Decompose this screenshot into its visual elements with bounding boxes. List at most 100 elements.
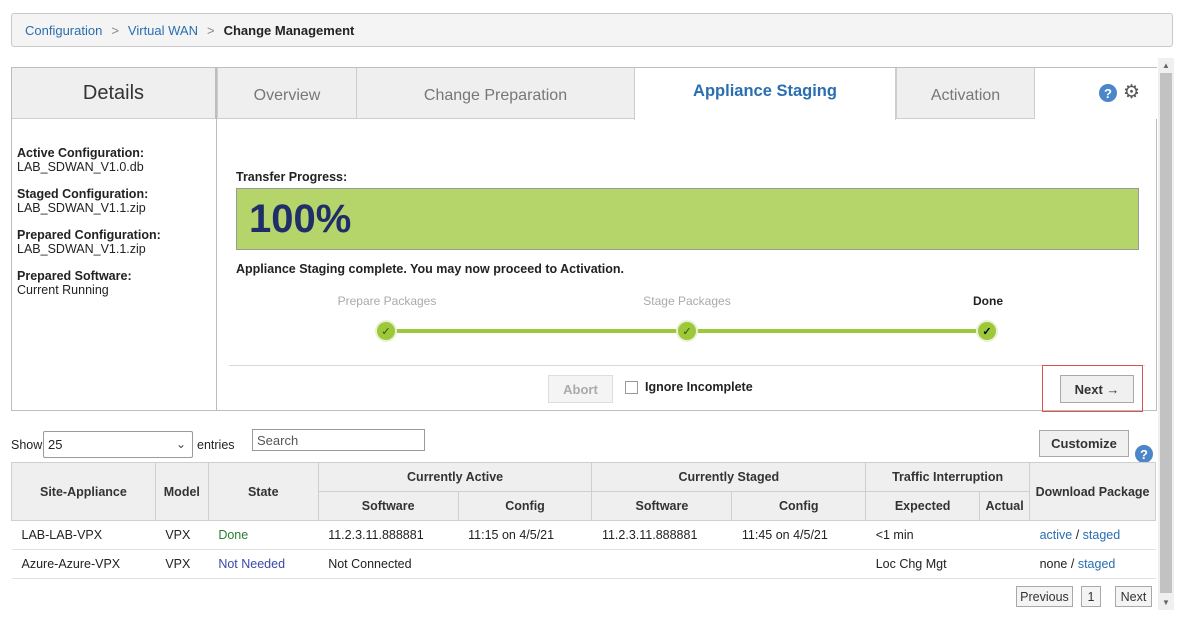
table-row: Azure-Azure-VPX VPX Not Needed Not Conne… (11, 549, 1156, 579)
staged-configuration-label: Staged Configuration: (17, 187, 149, 201)
header-download-package: Download Package (1029, 462, 1156, 521)
prepared-software-label: Prepared Software: (17, 269, 132, 283)
cell-staged-software (591, 549, 732, 579)
download-staged-link[interactable]: staged (1078, 557, 1116, 571)
breadcrumb-virtual-wan[interactable]: Virtual WAN (128, 23, 198, 38)
cell-actual (979, 549, 1030, 579)
cell-model: VPX (155, 520, 209, 550)
page-size-select[interactable]: 25 ⌄ (43, 431, 193, 458)
check-icon: ✓ (375, 320, 397, 342)
cell-download: none / staged (1029, 549, 1156, 579)
details-title: Details (12, 68, 216, 119)
header-actual[interactable]: Actual (979, 491, 1031, 521)
cell-model: VPX (155, 549, 209, 579)
active-configuration-label: Active Configuration: (17, 146, 145, 160)
active-configuration-value: LAB_SDWAN_V1.0.db (17, 160, 144, 174)
header-active-config[interactable]: Config (457, 491, 593, 521)
help-icon[interactable]: ? (1099, 84, 1117, 102)
details-panel: Details Active Configuration: LAB_SDWAN_… (11, 67, 216, 411)
tab-activation[interactable]: Activation (896, 68, 1035, 119)
cell-active-config (458, 549, 592, 579)
download-separator: / (1075, 528, 1080, 542)
entries-label: entries (197, 438, 235, 452)
transfer-progress-label: Transfer Progress: (236, 170, 348, 184)
header-traffic-interruption: Traffic Interruption (865, 462, 1031, 492)
scroll-down-icon[interactable]: ▼ (1158, 595, 1174, 610)
cell-site: LAB-LAB-VPX (11, 520, 156, 550)
ignore-incomplete-checkbox[interactable] (625, 380, 638, 394)
next-button[interactable]: Next → (1060, 375, 1134, 403)
appliance-table: Site-Appliance Model State Currently Act… (11, 462, 1156, 579)
cell-expected: <1 min (865, 520, 980, 550)
search-input[interactable] (252, 429, 425, 451)
show-label: Show (11, 438, 43, 452)
header-state[interactable]: State (207, 462, 319, 521)
chevron-right-icon: > (111, 22, 119, 38)
cell-state: Done (208, 520, 319, 550)
cell-active-software: 11.2.3.11.888881 (318, 520, 459, 550)
ignore-incomplete-option[interactable]: Ignore Incomplete (625, 380, 753, 394)
cell-staged-config (731, 549, 866, 579)
main-panel: Overview Change Preparation Activation A… (216, 67, 1157, 412)
staged-configuration-value: LAB_SDWAN_V1.1.zip (17, 201, 146, 215)
download-staged-link[interactable]: staged (1083, 528, 1121, 542)
cell-download: active / staged (1029, 520, 1156, 550)
tab-overview[interactable]: Overview (217, 68, 357, 119)
progress-fill (237, 189, 1138, 249)
staging-status-message: Appliance Staging complete. You may now … (236, 262, 625, 276)
step-label-prepare-packages: Prepare Packages (337, 294, 437, 308)
download-none-text: none (1039, 557, 1068, 571)
header-active-software[interactable]: Software (317, 491, 459, 521)
chevron-down-icon: ⌄ (175, 437, 186, 451)
header-site-appliance[interactable]: Site-Appliance (11, 462, 156, 521)
gear-icon[interactable]: ⚙ (1123, 81, 1140, 104)
tab-change-preparation[interactable]: Change Preparation (356, 68, 635, 119)
prepared-software-value: Current Running (17, 283, 109, 297)
header-model[interactable]: Model (154, 462, 209, 521)
ignore-incomplete-label: Ignore Incomplete (645, 380, 753, 394)
scroll-up-icon[interactable]: ▲ (1158, 58, 1174, 73)
header-staged-config[interactable]: Config (731, 491, 867, 521)
tab-bar: Overview Change Preparation Activation A… (217, 68, 1157, 120)
download-separator: / (1070, 557, 1075, 571)
transfer-progress-bar: 100% (236, 188, 1139, 250)
step-label-stage-packages: Stage Packages (643, 294, 731, 308)
header-currently-active: Currently Active (317, 462, 593, 492)
cell-expected: Loc Chg Mgt (865, 549, 980, 579)
check-icon: ✓ (976, 320, 998, 342)
scroll-thumb[interactable] (1160, 73, 1172, 593)
step-label-done: Done (973, 294, 1003, 308)
pagination-previous-button[interactable]: Previous (1016, 586, 1073, 607)
download-active-link[interactable]: active (1040, 528, 1073, 542)
table-row: LAB-LAB-VPX VPX Done 11.2.3.11.888881 11… (11, 520, 1156, 550)
cell-state: Not Needed (208, 549, 319, 579)
prepared-configuration-value: LAB_SDWAN_V1.1.zip (17, 242, 146, 256)
abort-button[interactable]: Abort (548, 375, 613, 403)
page-size-value: 25 (48, 437, 63, 452)
breadcrumb-current: Change Management (223, 22, 355, 38)
pagination-page-1[interactable]: 1 (1081, 586, 1101, 607)
check-icon: ✓ (676, 320, 698, 342)
header-expected[interactable]: Expected (865, 491, 981, 521)
chevron-right-icon: > (207, 22, 215, 38)
cell-actual (979, 520, 1030, 550)
header-staged-software[interactable]: Software (591, 491, 733, 521)
help-icon[interactable]: ? (1135, 445, 1153, 463)
customize-button[interactable]: Customize (1039, 430, 1129, 457)
progress-percent-text: 100% (249, 196, 352, 241)
page-scrollbar[interactable]: ▲ ▼ (1158, 58, 1174, 610)
cell-active-config: 11:15 on 4/5/21 (458, 520, 592, 550)
footer-divider (229, 365, 1145, 366)
prepared-configuration-label: Prepared Configuration: (17, 228, 161, 242)
details-body: Active Configuration: LAB_SDWAN_V1.0.db … (12, 119, 216, 297)
pagination-next-button[interactable]: Next (1115, 586, 1152, 607)
header-currently-staged: Currently Staged (591, 462, 867, 492)
tab-appliance-staging[interactable]: Appliance Staging (634, 68, 896, 120)
cell-site: Azure-Azure-VPX (11, 549, 156, 579)
cell-active-software: Not Connected (318, 549, 459, 579)
breadcrumb: Configuration > Virtual WAN > Change Man… (11, 13, 1173, 47)
cell-staged-software: 11.2.3.11.888881 (591, 520, 732, 550)
breadcrumb-configuration[interactable]: Configuration (25, 23, 102, 38)
cell-staged-config: 11:45 on 4/5/21 (731, 520, 866, 550)
staging-steps: Prepare Packages Stage Packages Done ✓ ✓… (217, 288, 1157, 348)
